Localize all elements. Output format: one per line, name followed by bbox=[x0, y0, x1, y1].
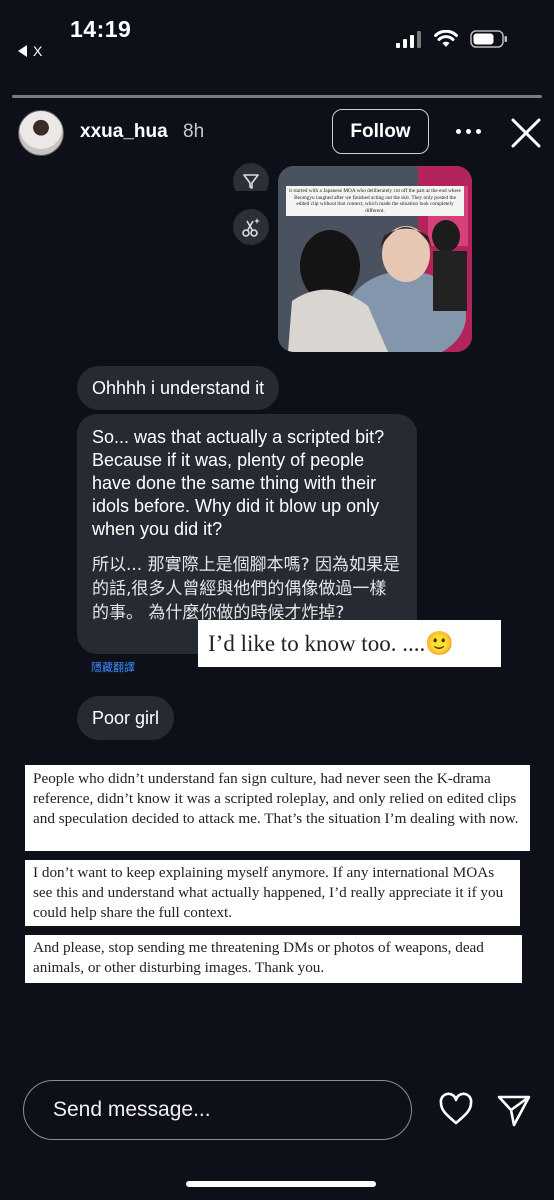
text-overlay-like-too: I’d like to know too. ....🙂 bbox=[198, 620, 501, 667]
more-icon[interactable] bbox=[456, 129, 481, 134]
close-icon[interactable] bbox=[510, 117, 542, 149]
home-indicator[interactable] bbox=[186, 1181, 376, 1187]
story-time: 8h bbox=[183, 121, 205, 142]
back-app-label: X bbox=[33, 43, 43, 59]
message-translation: 所以... 那實際上是個腳本嗎? 因為如果是的話,很多人曾經與他們的偶像做過一樣… bbox=[92, 555, 401, 623]
funnel-icon bbox=[243, 174, 259, 189]
send-icon[interactable] bbox=[496, 1092, 532, 1128]
story-progress-bar bbox=[12, 95, 542, 98]
text-overlay-paragraph-1: People who didn’t understand fan sign cu… bbox=[25, 765, 530, 851]
send-message-input[interactable] bbox=[23, 1080, 412, 1140]
scissors-sparkle-icon bbox=[242, 218, 260, 237]
wifi-icon bbox=[434, 30, 458, 47]
signal-icon bbox=[396, 31, 421, 48]
text-overlay-paragraph-3: And please, stop sending me threatening … bbox=[25, 935, 522, 983]
back-to-app-button[interactable]: X bbox=[18, 43, 42, 59]
battery-icon bbox=[470, 30, 507, 48]
message-bubble: Poor girl bbox=[77, 696, 175, 740]
photo-caption: it started with a Japanese MOA who delib… bbox=[286, 186, 464, 217]
shared-photo: it started with a Japanese MOA who delib… bbox=[278, 166, 472, 352]
story-header: xxua_hua 8h Follow bbox=[0, 105, 554, 161]
clock: 14:19 bbox=[70, 16, 132, 42]
heart-icon[interactable] bbox=[438, 1092, 474, 1126]
scissors-button bbox=[233, 209, 269, 245]
follow-button[interactable]: Follow bbox=[332, 109, 429, 154]
text-overlay-paragraph-2: I don’t want to keep explaining myself a… bbox=[25, 860, 520, 926]
status-bar: 14:19 X bbox=[0, 0, 554, 70]
avatar[interactable] bbox=[18, 110, 64, 156]
funnel-button bbox=[233, 163, 269, 191]
back-arrow-icon bbox=[18, 45, 27, 57]
message-bubble: Ohhhh i understand it bbox=[77, 366, 280, 410]
username[interactable]: xxua_hua bbox=[80, 121, 168, 143]
message-bubble-with-translation: So... was that actually a scripted bit? … bbox=[77, 414, 417, 654]
hide-translation-link: 隱藏翻譯 bbox=[91, 661, 135, 674]
message-text: So... was that actually a scripted bit? … bbox=[92, 427, 385, 539]
status-icons bbox=[396, 30, 508, 48]
